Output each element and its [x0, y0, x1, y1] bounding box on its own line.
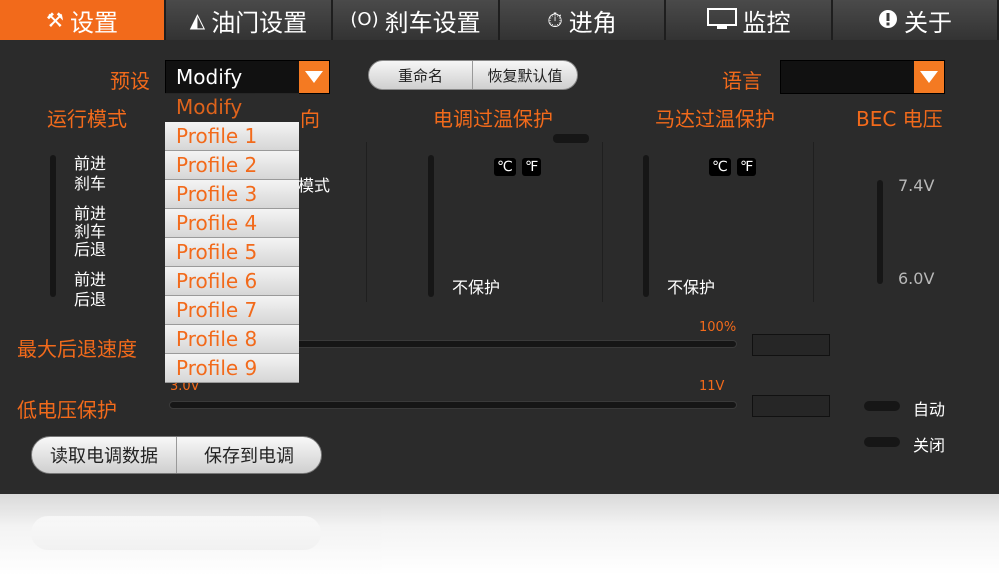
esc-fahrenheit-button[interactable]: ℉ [522, 158, 542, 176]
preset-option[interactable]: Profile 2 [165, 151, 299, 180]
preset-select[interactable]: Modify [165, 60, 330, 94]
bec-voltage-title: BEC 电压 [856, 107, 943, 131]
low-voltage-label: 低电压保护 [17, 398, 117, 422]
preset-option[interactable]: Profile 9 [165, 354, 299, 383]
esc-actions: 读取电调数据 保存到电调 [31, 436, 322, 474]
max-reverse-max-label: 100% [699, 320, 737, 335]
esc-overheat-title: 电调过温保护 [433, 107, 553, 131]
language-label: 语言 [722, 69, 762, 93]
preset-option[interactable]: Profile 6 [165, 267, 299, 296]
max-reverse-label: 最大后退速度 [17, 337, 137, 361]
motor-celsius-button[interactable]: ℃ [709, 158, 731, 176]
esc-no-protect-label: 不保护 [452, 278, 501, 297]
save-to-esc-button[interactable]: 保存到电调 [176, 437, 321, 473]
motor-no-protect-label: 不保护 [667, 278, 716, 297]
tab-monitor[interactable]: 监控 [666, 0, 833, 40]
motor-overheat-title: 马达过温保护 [655, 107, 775, 131]
tab-about[interactable]: 关于 [833, 0, 999, 40]
tab-throttle[interactable]: ◭ 油门设置 [166, 0, 333, 40]
direction-title: 向 [300, 107, 320, 131]
low-voltage-max-label: 11V [699, 379, 725, 394]
rename-button[interactable]: 重命名 [369, 61, 472, 89]
off-toggle[interactable] [864, 437, 900, 447]
divider [366, 142, 367, 302]
chevron-down-icon [305, 71, 323, 83]
direction-mode-text: 模式 [298, 176, 331, 195]
monitor-icon [706, 7, 737, 33]
chevron-down-icon [920, 71, 938, 83]
window-reflection [0, 494, 999, 575]
preset-actions: 重命名 恢复默认值 [368, 60, 578, 90]
max-reverse-value-box [752, 334, 830, 356]
esc-overheat-toggle[interactable] [553, 134, 589, 143]
run-mode-slider[interactable] [50, 155, 56, 297]
low-voltage-slider[interactable] [169, 401, 737, 409]
language-select[interactable] [780, 60, 945, 94]
motor-overheat-slider[interactable] [643, 155, 649, 297]
read-esc-button[interactable]: 读取电调数据 [32, 437, 176, 473]
preset-option[interactable]: Profile 8 [165, 325, 299, 354]
divider [813, 142, 814, 302]
preset-option[interactable]: Profile 5 [165, 238, 299, 267]
bec-low-label: 6.0V [898, 269, 935, 288]
tools-icon: ⚒ [46, 8, 64, 32]
preset-label: 预设 [110, 69, 150, 93]
auto-toggle[interactable] [864, 401, 900, 411]
run-mode-title: 运行模式 [47, 107, 127, 131]
preset-select-value: Modify [176, 65, 243, 89]
preset-option[interactable]: Profile 7 [165, 296, 299, 325]
language-dropdown-arrow[interactable] [914, 61, 944, 93]
esc-celsius-button[interactable]: ℃ [494, 158, 516, 176]
bec-voltage-slider[interactable] [877, 180, 883, 284]
low-voltage-value-box [752, 395, 830, 417]
preset-option[interactable]: Profile 1 [165, 122, 299, 151]
preset-dropdown-list: Modify Profile 1 Profile 2 Profile 3 Pro… [165, 93, 299, 383]
brake-icon: (O) [350, 9, 379, 30]
info-icon [878, 9, 898, 32]
preset-option[interactable]: Profile 3 [165, 180, 299, 209]
timer-icon: ⏱ [547, 8, 563, 32]
esc-overheat-slider[interactable] [428, 155, 434, 297]
motor-fahrenheit-button[interactable]: ℉ [737, 158, 757, 176]
tab-timing[interactable]: ⏱ 进角 [500, 0, 666, 40]
restore-defaults-button[interactable]: 恢复默认值 [472, 61, 577, 89]
reflection-ghost [31, 516, 321, 550]
off-label: 关闭 [913, 436, 946, 455]
tab-bar: ⚒ 设置 ◭ 油门设置 (O) 刹车设置 ⏱ 进角 监控 关于 [0, 0, 999, 40]
tab-settings[interactable]: ⚒ 设置 [0, 0, 166, 40]
tab-brake[interactable]: (O) 刹车设置 [333, 0, 500, 40]
preset-option[interactable]: Modify [165, 93, 299, 122]
bec-high-label: 7.4V [898, 176, 935, 195]
pedal-icon: ◭ [189, 8, 206, 32]
app-window: ⚒ 设置 ◭ 油门设置 (O) 刹车设置 ⏱ 进角 监控 关于 预设 Modif… [0, 0, 999, 494]
divider [602, 142, 603, 302]
preset-option[interactable]: Profile 4 [165, 209, 299, 238]
auto-label: 自动 [913, 400, 946, 419]
preset-dropdown-arrow[interactable] [299, 61, 329, 93]
